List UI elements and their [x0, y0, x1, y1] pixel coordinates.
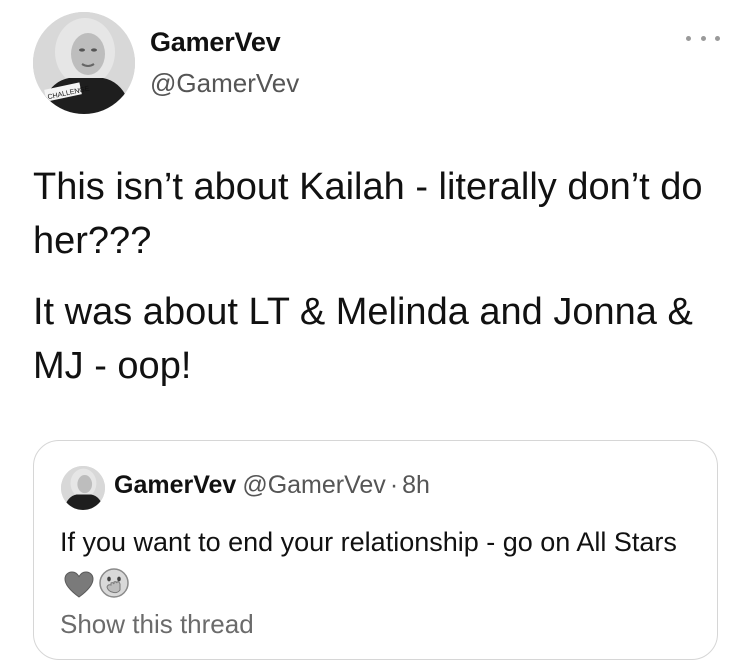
- dot: [700, 35, 706, 41]
- dot: [715, 35, 720, 41]
- author-handle[interactable]: @GamerVev: [150, 68, 299, 99]
- more-options-icon[interactable]: [686, 30, 720, 46]
- author-display-name[interactable]: GamerVev: [150, 27, 281, 58]
- profile-photo-icon: [61, 466, 105, 510]
- profile-photo-icon: CHALLENGE: [33, 12, 135, 114]
- tweet: CHALLENGE GamerVev @GamerVev This isn’t …: [0, 0, 750, 666]
- quoted-author-handle[interactable]: @GamerVev: [242, 471, 385, 499]
- quoted-author-avatar[interactable]: [61, 466, 105, 510]
- quoted-tweet-text: If you want to end your relationship - g…: [60, 527, 677, 557]
- show-thread-link[interactable]: Show this thread: [60, 609, 254, 640]
- quoted-author-display-name[interactable]: GamerVev: [114, 471, 236, 499]
- heart-icon: [64, 569, 94, 611]
- quoted-tweet-text-block: If you want to end your relationship - g…: [60, 521, 700, 611]
- quoted-tweet-time[interactable]: 8h: [402, 471, 430, 499]
- quoted-tweet-card[interactable]: GamerVev @GamerVev · 8h If you want to end …: [33, 440, 718, 660]
- quoted-tweet-header: GamerVev @GamerVev · 8h: [114, 471, 430, 500]
- tweet-text-paragraph-1: This isn’t about Kailah - literally don’…: [33, 166, 703, 262]
- face-with-hand-over-mouth-icon: [98, 567, 130, 611]
- tweet-text-paragraph-2: It was about LT & Melinda and Jonna & MJ…: [33, 291, 693, 387]
- dot: [686, 35, 691, 41]
- separator-dot: ·: [389, 471, 399, 499]
- author-avatar[interactable]: CHALLENGE: [33, 12, 135, 114]
